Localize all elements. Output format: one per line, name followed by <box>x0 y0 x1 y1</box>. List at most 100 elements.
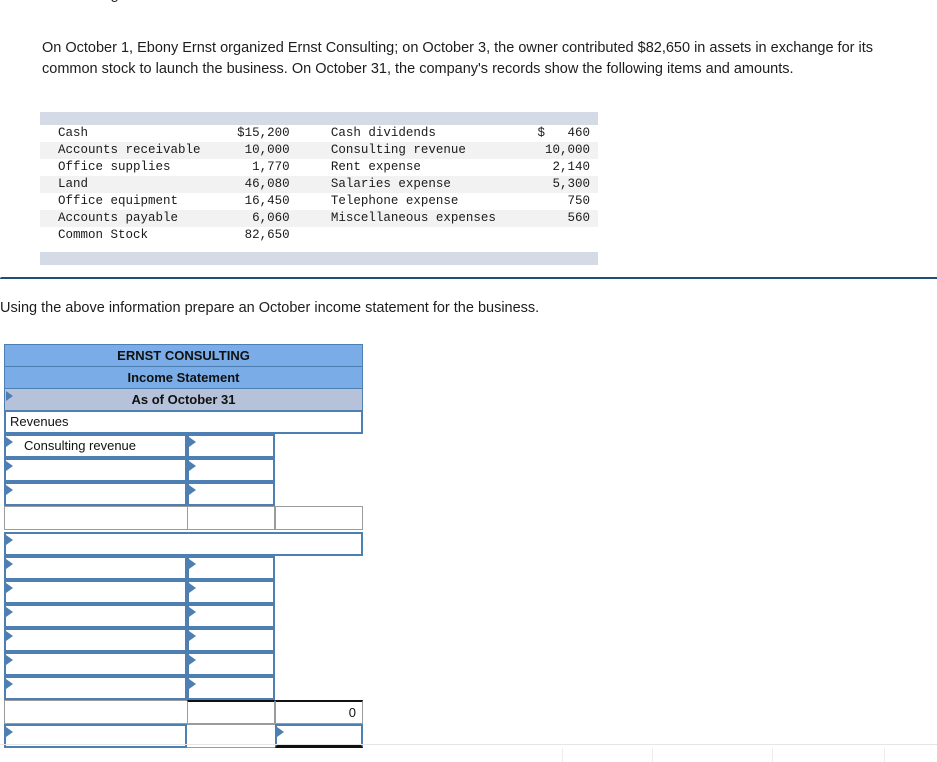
line-item-total-cell <box>275 458 363 482</box>
item-amount: 82,650 <box>218 227 296 244</box>
line-item-label-input[interactable] <box>4 676 187 700</box>
intro-paragraph: On October 1, Ebony Ernst organized Erns… <box>42 40 874 77</box>
worksheet-row <box>4 628 363 652</box>
line-item-label-input[interactable] <box>4 604 187 628</box>
line-item-total-cell <box>275 556 363 580</box>
item-amount: 46,080 <box>218 176 296 193</box>
item-label: Office equipment <box>40 193 219 210</box>
item-label: Cash <box>40 125 219 142</box>
line-item-total-cell <box>275 580 363 604</box>
cut-off-text: bottom edge of cut-off line of text <box>42 0 267 3</box>
given-data-table: Cash $15,200 Cash dividends $ 460 Accoun… <box>40 112 598 265</box>
worksheet-row <box>4 604 363 628</box>
worksheet-row <box>4 482 363 506</box>
line-item-total-cell <box>275 434 363 458</box>
footer-toolbar-ticks <box>0 748 937 762</box>
item-label <box>300 227 513 244</box>
revenues-section-input[interactable]: Revenues <box>4 410 363 434</box>
item-label: Consulting revenue <box>300 142 513 159</box>
line-item-amount-input[interactable] <box>187 676 275 700</box>
table-row: Accounts receivable 10,000 Consulting re… <box>40 142 598 159</box>
line-item-amount-input[interactable] <box>187 604 275 628</box>
line-item-label-input[interactable] <box>4 556 187 580</box>
worksheet-row <box>4 458 363 482</box>
section-divider <box>0 277 937 279</box>
item-label: Salaries expense <box>300 176 513 193</box>
item-amount: 1,770 <box>218 159 296 176</box>
table-gap <box>40 244 598 252</box>
item-label: Office supplies <box>40 159 219 176</box>
footer-divider <box>0 744 937 745</box>
item-amount: 10,000 <box>512 142 598 159</box>
table-footer-band <box>40 252 598 265</box>
item-amount: 6,060 <box>218 210 296 227</box>
worksheet-row <box>4 652 363 676</box>
instruction-text: Using the above information prepare an O… <box>0 300 540 316</box>
table-row: Accounts payable 6,060 Miscellaneous exp… <box>40 210 598 227</box>
line-item-total-cell <box>275 676 363 700</box>
subtotal-total-cell <box>275 506 363 530</box>
item-amount: $ 460 <box>512 125 598 142</box>
line-item-label-input[interactable]: Consulting revenue <box>4 434 187 458</box>
worksheet-row <box>4 556 363 580</box>
table-row: Office supplies 1,770 Rent expense 2,140 <box>40 159 598 176</box>
total-expenses-value: 0 <box>275 700 363 724</box>
worksheet-row <box>4 580 363 604</box>
item-amount: $15,200 <box>218 125 296 142</box>
worksheet-row <box>4 532 363 556</box>
line-item-label-input[interactable] <box>4 458 187 482</box>
subtotal-label-cell <box>4 506 187 530</box>
expenses-section-input[interactable] <box>4 532 363 556</box>
line-item-amount-input[interactable] <box>187 482 275 506</box>
item-label: Rent expense <box>300 159 513 176</box>
worksheet-company-name: ERNST CONSULTING <box>4 344 363 367</box>
line-item-amount-input[interactable] <box>187 628 275 652</box>
worksheet-row: Revenues <box>4 410 363 434</box>
worksheet-period-input[interactable]: As of October 31 <box>4 388 363 411</box>
item-label: Common Stock <box>40 227 219 244</box>
line-item-amount-input[interactable] <box>187 458 275 482</box>
table-row: Cash $15,200 Cash dividends $ 460 <box>40 125 598 142</box>
subtotal-amount-cell <box>187 506 275 530</box>
item-label: Miscellaneous expenses <box>300 210 513 227</box>
item-amount: 750 <box>512 193 598 210</box>
worksheet-statement-title: Income Statement <box>4 366 363 389</box>
item-label: Telephone expense <box>300 193 513 210</box>
item-amount: 10,000 <box>218 142 296 159</box>
table-header-band <box>40 112 598 125</box>
line-item-amount-input[interactable] <box>187 652 275 676</box>
item-label: Cash dividends <box>300 125 513 142</box>
line-item-label-input[interactable] <box>4 652 187 676</box>
item-label: Accounts payable <box>40 210 219 227</box>
total-expenses-amount-cell <box>187 700 275 724</box>
worksheet-row <box>4 676 363 700</box>
line-item-total-cell <box>275 628 363 652</box>
line-item-total-cell <box>275 604 363 628</box>
item-amount: 2,140 <box>512 159 598 176</box>
line-item-amount-input[interactable] <box>187 434 275 458</box>
line-item-total-cell <box>275 482 363 506</box>
worksheet-row <box>4 506 363 530</box>
table-row: Land 46,080 Salaries expense 5,300 <box>40 176 598 193</box>
item-amount: 16,450 <box>218 193 296 210</box>
given-items-table: Cash $15,200 Cash dividends $ 460 Accoun… <box>40 125 598 244</box>
table-row: Office equipment 16,450 Telephone expens… <box>40 193 598 210</box>
item-amount: 560 <box>512 210 598 227</box>
given-items-body: Cash $15,200 Cash dividends $ 460 Accoun… <box>40 125 598 244</box>
item-amount <box>512 227 598 244</box>
worksheet-row: Consulting revenue <box>4 434 363 458</box>
table-row: Common Stock 82,650 <box>40 227 598 244</box>
line-item-amount-input[interactable] <box>187 556 275 580</box>
line-item-total-cell <box>275 652 363 676</box>
item-label: Land <box>40 176 219 193</box>
item-label: Accounts receivable <box>40 142 219 159</box>
line-item-label-input[interactable] <box>4 482 187 506</box>
worksheet-row: 0 <box>4 700 363 724</box>
cut-off-text-sliver: bottom edge of cut-off line of text <box>0 0 937 22</box>
item-amount: 5,300 <box>512 176 598 193</box>
line-item-label-input[interactable] <box>4 580 187 604</box>
income-statement-worksheet: ERNST CONSULTING Income Statement As of … <box>4 344 363 748</box>
line-item-label-input[interactable] <box>4 628 187 652</box>
total-expenses-label-cell <box>4 700 187 724</box>
line-item-amount-input[interactable] <box>187 580 275 604</box>
